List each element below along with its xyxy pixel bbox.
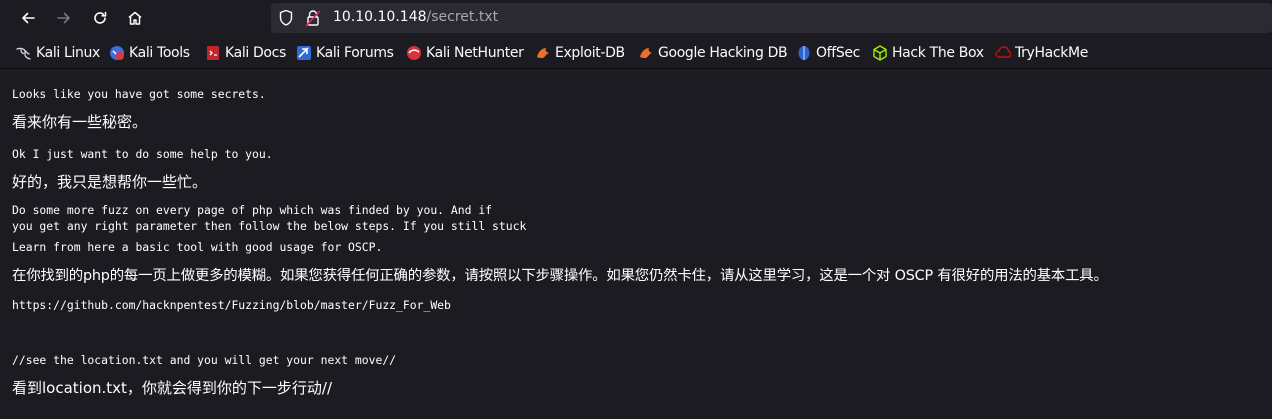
bookmark-label: Kali Tools <box>129 45 190 61</box>
tracking-protection-shield-icon[interactable] <box>278 9 294 31</box>
text-line: Ok I just want to do some help to you. <box>12 147 273 161</box>
bookmark-label: Exploit-DB <box>555 45 625 61</box>
text-line: //see the location.txt and you will get … <box>12 353 397 367</box>
bookmark-label: TryHackMe <box>1015 45 1088 61</box>
text-line: Learn from here a basic tool with good u… <box>12 240 383 254</box>
text-line: 好的，我只是想帮你一些忙。 <box>12 173 208 191</box>
google-hacking-db-icon <box>638 45 654 61</box>
bookmark-tryhackme[interactable]: TryHackMe <box>995 44 1088 62</box>
bookmark-label: Hack The Box <box>892 45 984 61</box>
bookmark-label: Kali Forums <box>316 45 394 61</box>
kali-dragon-icon <box>16 45 32 61</box>
home-button[interactable] <box>122 5 148 31</box>
bookmark-kali-nethunter[interactable]: Kali NetHunter <box>406 44 524 62</box>
url-text[interactable]: 10.10.10.148/secret.txt <box>333 8 498 26</box>
bookmark-label: OffSec <box>816 45 860 61</box>
bookmark-hack-the-box[interactable]: Hack The Box <box>872 44 984 62</box>
back-button[interactable] <box>15 5 41 31</box>
bookmark-label: Kali Linux <box>36 45 100 61</box>
address-bar[interactable]: 10.10.10.148/secret.txt <box>271 3 1272 33</box>
text-line: 看来你有一些秘密。 <box>12 113 148 131</box>
bookmark-kali-forums[interactable]: Kali Forums <box>296 44 394 62</box>
offsec-icon <box>796 45 812 61</box>
text-line: 在你找到的php的每一页上做更多的模糊。如果您获得任何正确的参数，请按照以下步骤… <box>12 268 1108 284</box>
url-text-line: https://github.com/hacknpentest/Fuzzing/… <box>12 298 451 312</box>
bookmark-exploit-db[interactable]: Exploit-DB <box>535 44 625 62</box>
forward-button[interactable] <box>51 5 77 31</box>
tryhackme-icon <box>995 45 1012 61</box>
reload-button[interactable] <box>87 5 113 31</box>
url-path: /secret.txt <box>426 9 499 25</box>
kali-nethunter-icon <box>406 45 422 61</box>
hack-the-box-icon <box>872 45 888 61</box>
reload-icon <box>94 11 107 24</box>
text-line: you get any right parameter then follow … <box>12 219 527 233</box>
page-content: Looks like you have got some secrets. 看来… <box>0 69 1272 419</box>
bookmark-kali-docs[interactable]: Kali Docs <box>205 44 286 62</box>
forward-arrow-icon <box>57 12 70 24</box>
bookmark-kali-linux[interactable]: Kali Linux <box>16 44 100 62</box>
bookmarks-toolbar: Kali Linux Kali Tools Kali Docs Kali For… <box>0 36 1272 69</box>
insecure-connection-lock-icon[interactable] <box>305 9 321 31</box>
text-line: 看到location.txt，你就会得到你的下一步行动// <box>12 379 333 397</box>
back-arrow-icon <box>22 12 35 24</box>
bookmark-label: Google Hacking DB <box>658 45 788 61</box>
bookmark-label: Kali NetHunter <box>426 45 524 61</box>
text-line: Looks like you have got some secrets. <box>12 87 266 101</box>
bookmark-google-hacking-db[interactable]: Google Hacking DB <box>638 44 788 62</box>
text-line: Do some more fuzz on every page of php w… <box>12 203 493 217</box>
exploit-db-icon <box>535 45 551 61</box>
home-icon <box>128 11 142 25</box>
kali-docs-icon <box>205 45 221 61</box>
kali-tools-icon <box>109 45 125 61</box>
browser-toolbar: 10.10.10.148/secret.txt <box>0 0 1272 36</box>
kali-forums-icon <box>296 45 312 61</box>
bookmark-label: Kali Docs <box>225 45 286 61</box>
bookmark-kali-tools[interactable]: Kali Tools <box>109 44 190 62</box>
url-host: 10.10.10.148 <box>333 9 427 25</box>
bookmark-offsec[interactable]: OffSec <box>796 44 860 62</box>
